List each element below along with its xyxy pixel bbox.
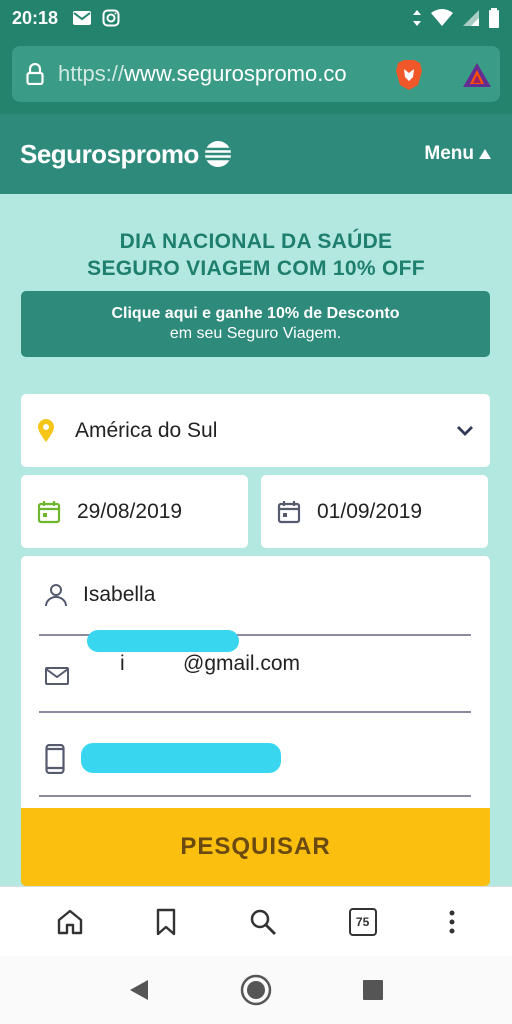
banner-line2: em seu Seguro Viagem. (169, 325, 342, 342)
status-bar: 20:18 (0, 0, 512, 36)
promo-title-line1: DIA NACIONAL DA SAÚDE (119, 230, 393, 253)
site-header: Segurospromo Menu (0, 114, 512, 194)
calendar-icon (277, 500, 301, 523)
system-nav-bar (0, 956, 512, 1024)
logo-globe-icon (204, 141, 231, 167)
end-date-field[interactable]: 01/09/2019 (261, 475, 488, 548)
data-arrows-icon (413, 10, 421, 26)
end-date-value: 01/09/2019 (317, 499, 423, 523)
brave-shield-icon[interactable] (394, 59, 424, 91)
browser-toolbar: https://www.segurospromo.co (0, 36, 512, 114)
email-value: i @gmail.com (85, 628, 300, 724)
bookmark-icon[interactable] (155, 908, 177, 936)
status-time: 20:18 (12, 7, 59, 28)
mail-icon (73, 11, 92, 25)
search-button[interactable]: PESQUISAR (21, 808, 490, 886)
phone-icon (45, 743, 65, 774)
url-text[interactable]: https://www.segurospromo.co (58, 61, 358, 87)
calendar-icon (37, 500, 61, 523)
back-icon[interactable] (128, 978, 150, 1002)
lock-icon (26, 63, 44, 85)
site-logo[interactable]: Segurospromo (20, 139, 233, 170)
mail-icon (45, 666, 69, 685)
discount-banner[interactable]: Clique aqui e ganhe 10% de Desconto em s… (21, 291, 490, 357)
caret-up-icon (479, 149, 491, 159)
chevron-down-icon (457, 425, 473, 436)
destination-select[interactable]: América do Sul (21, 394, 490, 467)
email-field[interactable]: i @gmail.com (39, 629, 471, 713)
wifi-icon (431, 9, 453, 26)
promo-title-line2: SEGURO VIAGEM COM 10% OFF (87, 257, 425, 280)
home-circle-icon[interactable] (240, 974, 272, 1006)
recents-icon[interactable] (362, 979, 384, 1001)
promo-title: DIA NACIONAL DA SAÚDE SEGURO VIAGEM COM … (0, 228, 512, 282)
start-date-field[interactable]: 29/08/2019 (21, 475, 248, 548)
contact-info-card: Isabella i @gmail.com ( (21, 556, 490, 816)
tabs-button[interactable]: 75 (348, 907, 377, 936)
address-bar[interactable]: https://www.segurospromo.co (12, 46, 500, 102)
banner-line1: Clique aqui e ganhe 10% de Desconto (111, 305, 400, 322)
battery-icon (489, 8, 499, 28)
signal-icon (463, 10, 479, 26)
bat-rewards-icon[interactable] (462, 62, 492, 88)
start-date-value: 29/08/2019 (77, 499, 183, 523)
email-redaction (87, 629, 239, 652)
name-value: Isabella (83, 583, 156, 606)
phone-redaction (81, 742, 281, 773)
destination-value: América do Sul (75, 418, 218, 442)
phone-field[interactable]: ( (39, 722, 471, 797)
home-icon[interactable] (56, 908, 84, 936)
name-field[interactable]: Isabella (39, 556, 471, 636)
search-icon[interactable] (249, 908, 277, 936)
menu-button[interactable]: Menu (424, 143, 492, 165)
browser-bottom-toolbar: 75 (0, 886, 512, 956)
phone-value: ( (81, 742, 301, 773)
instagram-icon (102, 9, 120, 27)
more-icon[interactable] (448, 909, 456, 935)
person-icon (45, 584, 67, 607)
location-pin-icon (38, 418, 54, 442)
